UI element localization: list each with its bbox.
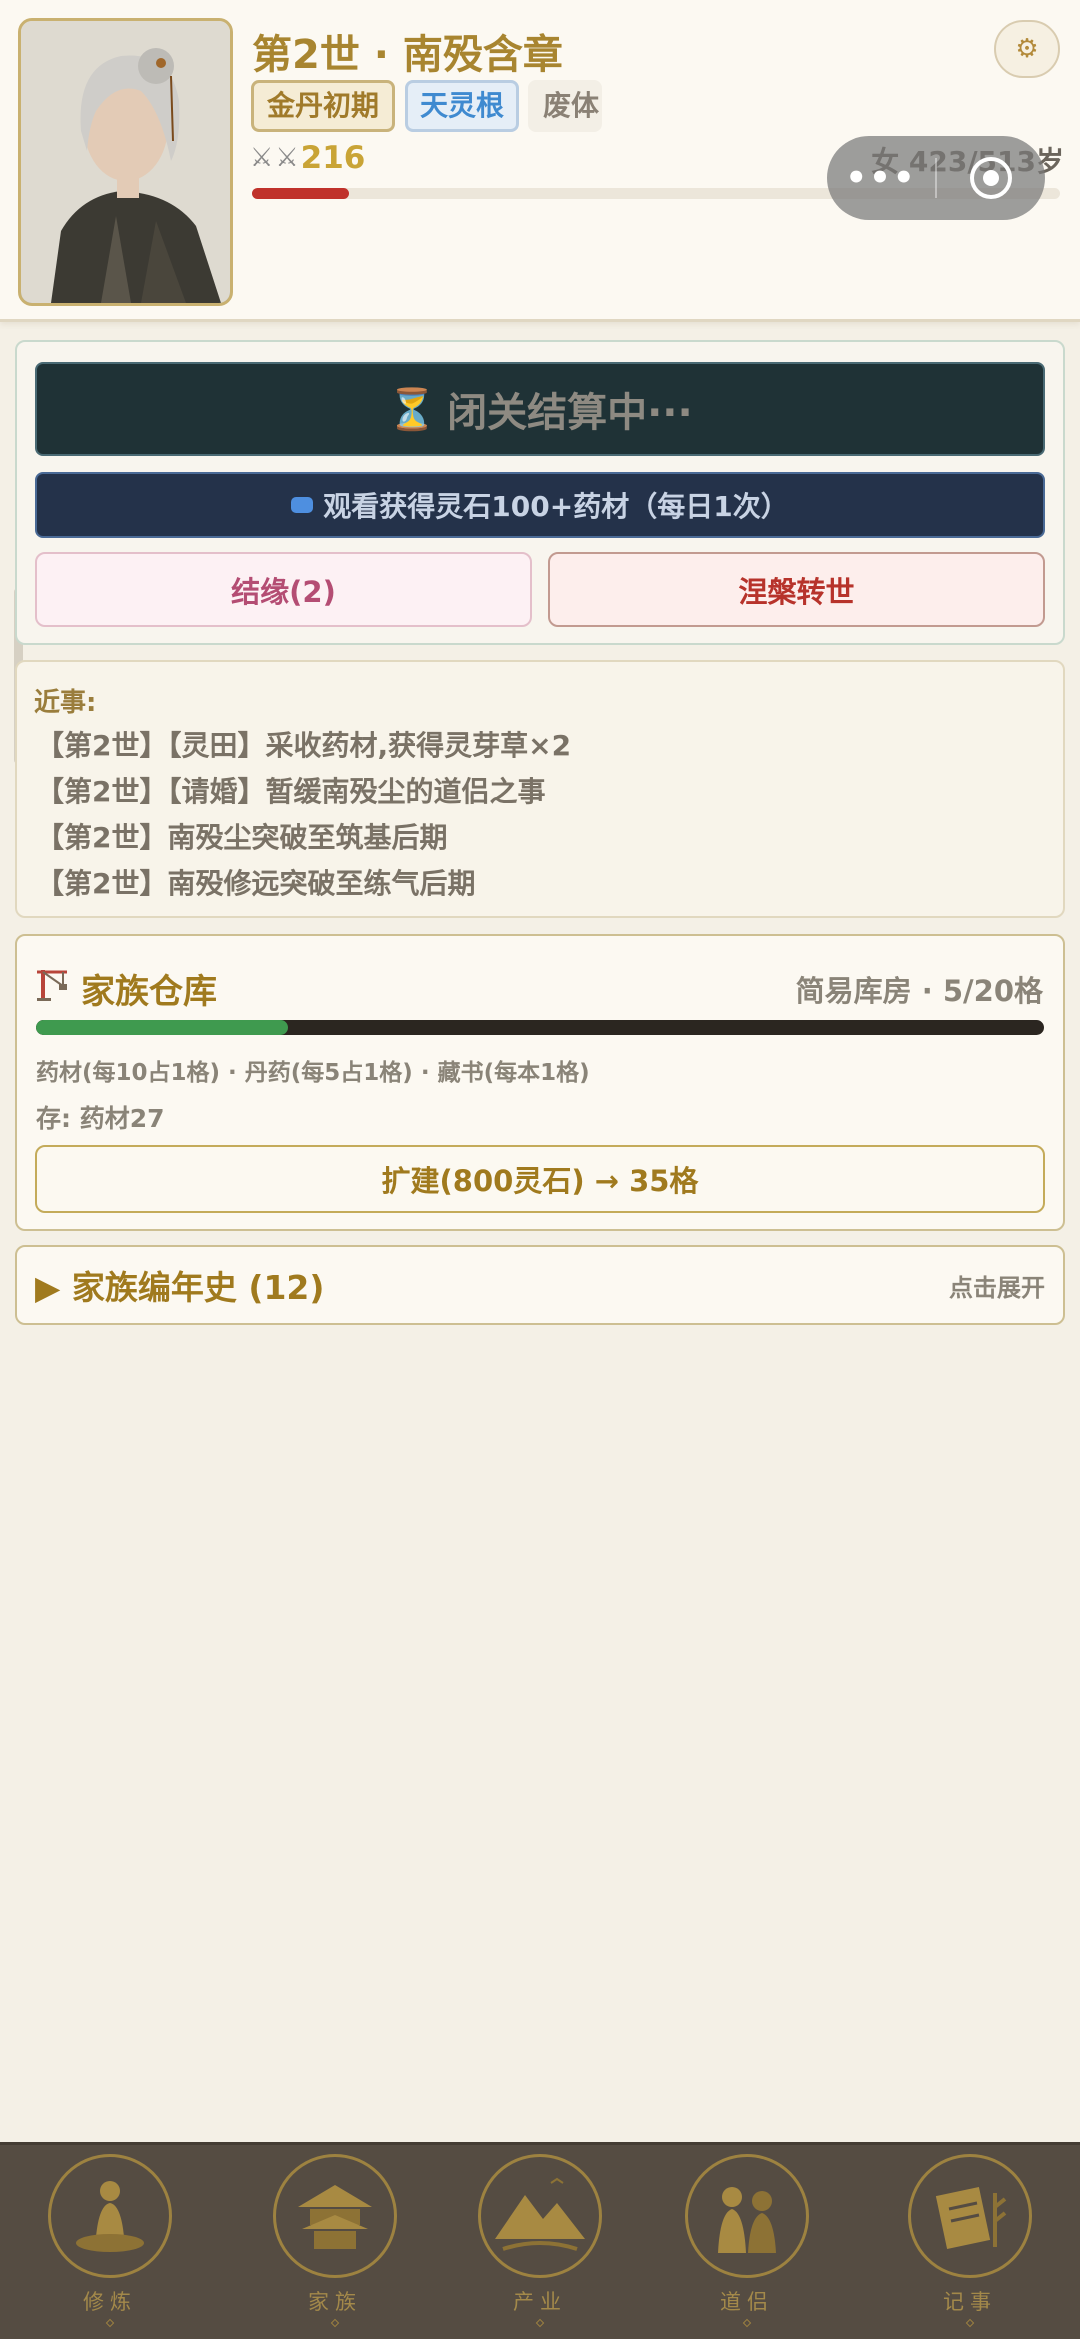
recent-events-panel: 近事: 【第2世】【灵田】采收药材,获得灵芽草×2 【第2世】【请婚】暂缓南殁尘… — [15, 660, 1065, 918]
nav-cultivate-label: 修炼 — [83, 2290, 137, 2314]
recent-events-label: 近事: — [34, 688, 97, 718]
swords-icon: ⚔ — [250, 143, 274, 173]
nav-dot — [965, 2318, 975, 2328]
event-item: 【第2世】【灵田】采收药材,获得灵芽草×2 — [36, 729, 572, 762]
nav-dot — [535, 2318, 545, 2328]
gear-icon: ⚙ — [1015, 34, 1039, 64]
expand-warehouse-button[interactable]: 扩建(800灵石) → 35格 — [35, 1145, 1045, 1213]
scroll-icon — [908, 2154, 1032, 2278]
character-portrait[interactable] — [18, 18, 233, 306]
combat-power-value: 216 — [300, 140, 366, 176]
chronicle-title: ▶ 家族编年史 (12) — [35, 1268, 325, 1307]
rebirth-button[interactable]: 涅槃转世 — [548, 552, 1045, 627]
page-title: 第2世 · 南殁含章 — [252, 32, 563, 78]
warehouse-rules: 药材(每10占1格) · 丹药(每5占1格) · 藏书(每本1格) — [36, 1060, 590, 1086]
swords-icon: ⚔ — [275, 143, 299, 173]
warehouse-title: 家族仓库 — [81, 972, 217, 1012]
combat-power: ⚔ ⚔ 216 — [250, 138, 365, 178]
nav-dot — [105, 2318, 115, 2328]
event-item: 【第2世】【请婚】暂缓南殁尘的道侣之事 — [36, 775, 546, 808]
bottom-nav: 修炼 家族 产业 道侣 记事 — [0, 2142, 1080, 2339]
lifespan-bar-fill — [252, 188, 349, 199]
nav-dot — [742, 2318, 752, 2328]
nav-records[interactable]: 记事 — [890, 2150, 1050, 2339]
nav-records-label: 记事 — [943, 2290, 997, 2314]
marriage-button[interactable]: 结缘(2) — [35, 552, 532, 627]
nav-partner[interactable]: 道侣 — [667, 2150, 827, 2339]
warehouse-capacity: 简易库房 · 5/20格 — [795, 974, 1043, 1008]
spirit-root-badge: 天灵根 — [405, 80, 519, 132]
physique-badge: 废体 — [528, 80, 602, 132]
more-menu-button[interactable]: ••• — [827, 158, 935, 198]
nav-family[interactable]: 家族 — [255, 2150, 415, 2339]
family-chronicle-toggle[interactable]: ▶ 家族编年史 (12) 点击展开 — [15, 1245, 1065, 1325]
action-panel: ⏳ 闭关结算中··· 观看获得灵石100+药材（每日1次） 结缘(2) 涅槃转世 — [15, 340, 1065, 645]
event-item: 【第2世】南殁修远突破至练气后期 — [36, 867, 476, 900]
hourglass-icon: ⏳ — [387, 386, 438, 433]
settings-button[interactable]: ⚙ — [994, 20, 1060, 78]
nav-cultivate[interactable]: 修炼 — [30, 2150, 190, 2339]
warehouse-capacity-fill — [36, 1020, 288, 1035]
event-item: 【第2世】南殁尘突破至筑基后期 — [36, 821, 448, 854]
seclusion-settle-button[interactable]: ⏳ 闭关结算中··· — [35, 362, 1045, 456]
video-icon — [291, 497, 314, 513]
warehouse-capacity-bar — [36, 1020, 1044, 1035]
pavilion-icon — [273, 2154, 397, 2278]
nav-industry-label: 产业 — [513, 2290, 567, 2314]
meditation-icon — [48, 2154, 172, 2278]
character-header: 第2世 · 南殁含章 金丹初期 天灵根 废体 ⚔ ⚔ 216 女 423/513… — [0, 0, 1080, 322]
mountain-icon — [478, 2154, 602, 2278]
crane-icon — [37, 970, 67, 1001]
seclusion-settle-label: 闭关结算中··· — [447, 390, 693, 436]
nav-family-label: 家族 — [308, 2290, 362, 2314]
close-miniprogram-button[interactable] — [937, 154, 1045, 202]
nav-partner-label: 道侣 — [720, 2290, 774, 2314]
miniprogram-capsule: ••• — [827, 136, 1045, 220]
realm-badge: 金丹初期 — [251, 80, 395, 132]
watch-ad-button[interactable]: 观看获得灵石100+药材（每日1次） — [35, 472, 1045, 538]
target-icon — [970, 157, 1012, 199]
warehouse-stock: 存: 药材27 — [36, 1104, 165, 1133]
nav-dot — [330, 2318, 340, 2328]
family-warehouse-panel: 家族仓库 简易库房 · 5/20格 药材(每10占1格) · 丹药(每5占1格)… — [15, 934, 1065, 1231]
couple-icon — [685, 2154, 809, 2278]
nav-industry[interactable]: 产业 — [460, 2150, 620, 2339]
chronicle-expand-hint: 点击展开 — [949, 1273, 1045, 1302]
watch-ad-label: 观看获得灵石100+药材（每日1次） — [323, 490, 789, 523]
